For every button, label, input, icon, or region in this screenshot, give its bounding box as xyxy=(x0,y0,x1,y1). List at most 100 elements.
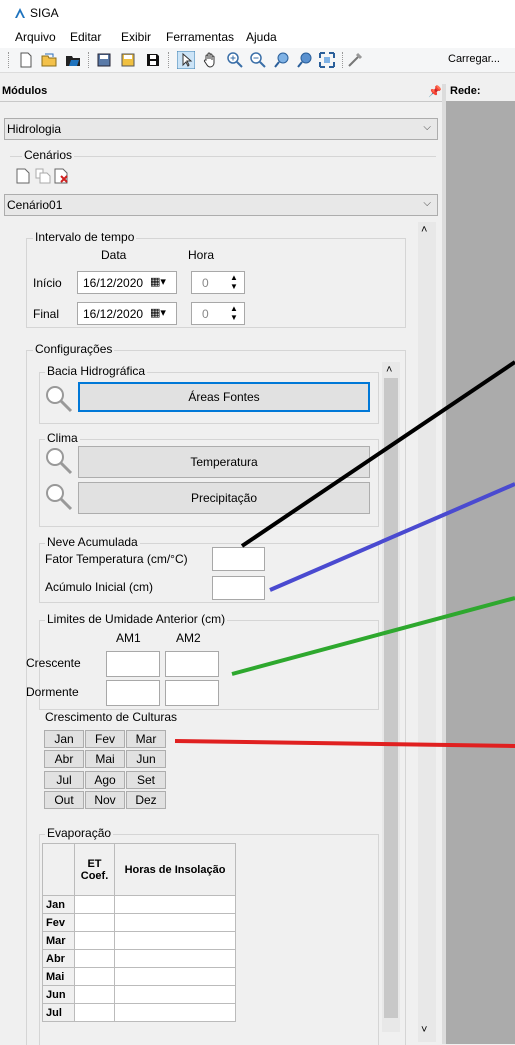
evap-row-header: Mar xyxy=(42,931,75,950)
month-jan-button[interactable]: Jan xyxy=(44,730,84,748)
zoom-in-icon[interactable] xyxy=(226,51,244,69)
scenario-select[interactable]: Cenário01 ⌵ xyxy=(4,194,438,216)
config-scroll-thumb[interactable] xyxy=(384,378,398,1018)
scroll-up-icon[interactable]: ˄ xyxy=(386,364,392,376)
evap-corner-cell xyxy=(42,843,75,896)
tools-icon[interactable] xyxy=(346,51,364,69)
menu-ajuda[interactable]: Ajuda xyxy=(246,30,277,44)
evap-et-cell[interactable] xyxy=(74,895,115,914)
month-abr-button[interactable]: Abr xyxy=(44,750,84,768)
inicio-hour-stepper[interactable]: 0 ▲ ▼ xyxy=(191,271,245,294)
toolbar: Carregar... xyxy=(0,48,515,73)
pointer-icon[interactable] xyxy=(177,51,195,69)
zoom-previous-icon[interactable] xyxy=(273,51,291,69)
menu-arquivo[interactable]: Arquivo xyxy=(15,30,56,44)
magnifier-icon[interactable] xyxy=(44,446,74,476)
month-set-button[interactable]: Set xyxy=(126,771,166,789)
open-folder-icon[interactable] xyxy=(40,51,58,69)
data-column-label: Data xyxy=(101,248,127,262)
month-ago-button[interactable]: Ago xyxy=(85,771,125,789)
final-date-value: 16/12/2020 xyxy=(83,307,144,321)
final-hour-stepper[interactable]: 0 ▲ ▼ xyxy=(191,302,245,325)
magnifier-icon[interactable] xyxy=(44,384,74,414)
modules-panel-title: Módulos xyxy=(2,85,48,97)
evap-row-header: Mai xyxy=(42,967,75,986)
month-mar-button[interactable]: Mar xyxy=(126,730,166,748)
evap-horas-cell[interactable] xyxy=(114,931,236,950)
stepper-arrows-icon[interactable]: ▲ ▼ xyxy=(230,273,238,291)
clima-label: Clima xyxy=(45,431,80,445)
save-as-icon[interactable] xyxy=(119,51,137,69)
areas-fontes-button[interactable]: Áreas Fontes xyxy=(78,382,370,412)
magnifier-icon[interactable] xyxy=(44,482,74,512)
crescente-am1-input[interactable] xyxy=(106,651,160,677)
temperatura-button[interactable]: Temperatura xyxy=(78,446,370,478)
rede-canvas[interactable] xyxy=(446,101,515,1044)
zoom-extent-icon[interactable] xyxy=(318,51,336,69)
carregar-button[interactable]: Carregar... xyxy=(448,53,500,65)
stepper-arrows-icon[interactable]: ▲ ▼ xyxy=(230,304,238,322)
month-out-button[interactable]: Out xyxy=(44,791,84,809)
evaporacao-table: ET Coef. Horas de Insolação Jan Fev Mar … xyxy=(42,843,236,1022)
evap-horas-cell[interactable] xyxy=(114,1003,236,1022)
month-jul-button[interactable]: Jul xyxy=(44,771,84,789)
evap-horas-cell[interactable] xyxy=(114,949,236,968)
umidade-label: Limites de Umidade Anterior (cm) xyxy=(45,612,228,626)
evap-horas-cell[interactable] xyxy=(114,895,236,914)
final-date-picker[interactable]: 16/12/2020 ▦▾ xyxy=(77,302,177,325)
new-scenario-icon[interactable] xyxy=(16,168,30,184)
copy-scenario-icon[interactable] xyxy=(35,168,51,184)
evap-header-horas: Horas de Insolação xyxy=(114,843,236,896)
evap-horas-cell[interactable] xyxy=(114,985,236,1004)
evap-horas-cell[interactable] xyxy=(114,913,236,932)
am2-label: AM2 xyxy=(176,631,201,645)
evap-horas-cell[interactable] xyxy=(114,967,236,986)
save-icon[interactable] xyxy=(95,51,113,69)
dormente-am2-input[interactable] xyxy=(165,680,219,706)
dormente-am1-input[interactable] xyxy=(106,680,160,706)
pan-hand-icon[interactable] xyxy=(201,51,219,69)
evap-et-cell[interactable] xyxy=(74,1003,115,1022)
save-all-icon[interactable] xyxy=(144,51,162,69)
module-select[interactable]: Hidrologia ⌵ xyxy=(4,118,438,140)
final-hour-value: 0 xyxy=(202,307,209,321)
evap-et-cell[interactable] xyxy=(74,913,115,932)
month-fev-button[interactable]: Fev xyxy=(85,730,125,748)
zoom-next-icon[interactable] xyxy=(296,51,314,69)
menu-exibir[interactable]: Exibir xyxy=(121,30,151,44)
evap-et-cell[interactable] xyxy=(74,967,115,986)
menu-ferramentas[interactable]: Ferramentas xyxy=(166,30,234,44)
month-jun-button[interactable]: Jun xyxy=(126,750,166,768)
month-nov-button[interactable]: Nov xyxy=(85,791,125,809)
final-label: Final xyxy=(33,307,60,321)
zoom-out-icon[interactable] xyxy=(249,51,267,69)
outer-scrollbar[interactable] xyxy=(418,222,436,1042)
chevron-down-icon: ⌵ xyxy=(423,198,431,209)
culturas-label: Crescimento de Culturas xyxy=(45,710,178,724)
inicio-hour-value: 0 xyxy=(202,276,209,290)
pin-icon[interactable]: 📌 xyxy=(428,85,442,98)
menu-bar: Arquivo Editar Exibir Ferramentas Ajuda xyxy=(0,26,515,48)
delete-scenario-icon[interactable] xyxy=(54,168,70,184)
dormente-label: Dormente xyxy=(26,685,79,699)
hora-column-label: Hora xyxy=(188,248,215,262)
precipitacao-button[interactable]: Precipitação xyxy=(78,482,370,514)
inicio-label: Início xyxy=(33,276,62,290)
rede-panel-title: Rede: xyxy=(450,85,481,97)
scroll-up-icon[interactable]: ˄ xyxy=(421,224,427,236)
evap-et-cell[interactable] xyxy=(74,949,115,968)
fator-temp-input[interactable] xyxy=(212,547,265,571)
month-dez-button[interactable]: Dez xyxy=(126,791,166,809)
scroll-down-icon[interactable]: ˅ xyxy=(421,1024,427,1036)
acumulo-input[interactable] xyxy=(212,576,265,600)
open-dark-folder-icon[interactable] xyxy=(64,51,82,69)
evap-et-cell[interactable] xyxy=(74,985,115,1004)
month-mai-button[interactable]: Mai xyxy=(85,750,125,768)
evap-et-cell[interactable] xyxy=(74,931,115,950)
calendar-icon: ▦▾ xyxy=(150,276,166,288)
cenarios-label: Cenários xyxy=(22,148,75,162)
menu-editar[interactable]: Editar xyxy=(70,30,101,44)
inicio-date-picker[interactable]: 16/12/2020 ▦▾ xyxy=(77,271,177,294)
crescente-am2-input[interactable] xyxy=(165,651,219,677)
new-file-icon[interactable] xyxy=(17,51,35,69)
